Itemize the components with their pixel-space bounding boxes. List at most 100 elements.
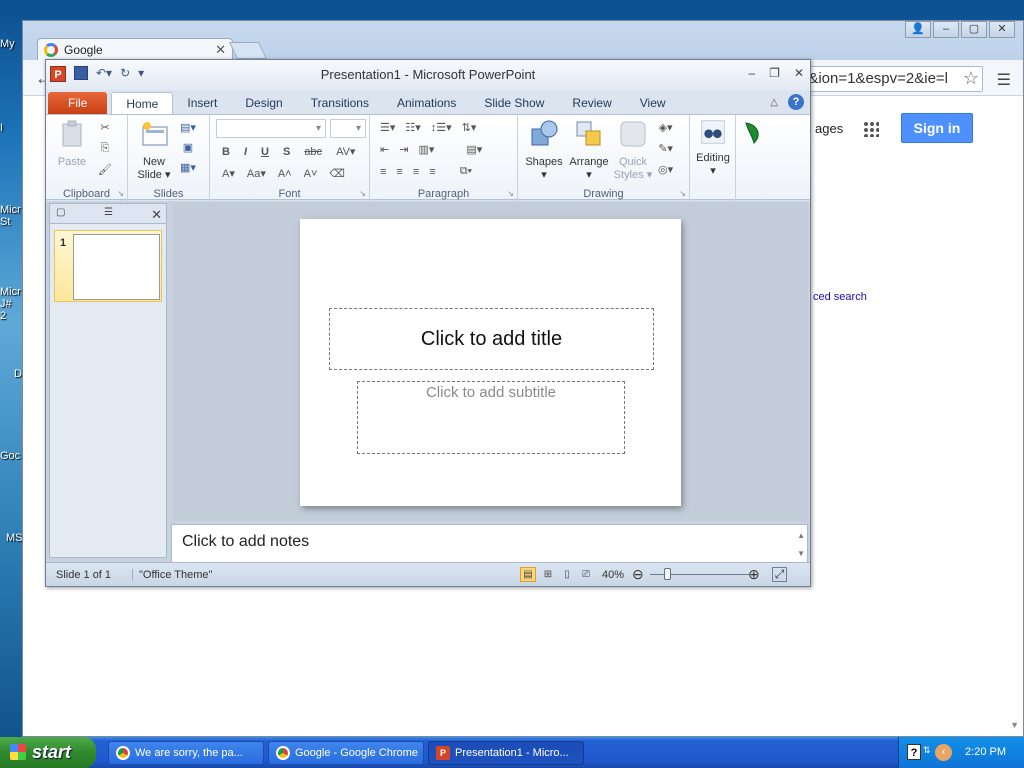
chrome-tab[interactable]: Google ✕	[37, 38, 233, 60]
desktop-icon-label[interactable]: I	[0, 122, 3, 134]
desktop-icon-label[interactable]: MS	[6, 532, 23, 544]
new-tab-button[interactable]	[229, 42, 267, 59]
title-placeholder[interactable]: Click to add title	[329, 308, 654, 370]
center-icon[interactable]: ≡	[396, 166, 402, 178]
reading-view-icon[interactable]: ▯	[559, 567, 575, 582]
align-left-icon[interactable]: ≡	[380, 166, 386, 178]
clear-formatting-icon[interactable]: ⌫	[329, 167, 345, 180]
network-tray-icon[interactable]: ⇅	[923, 745, 931, 756]
align-text-icon[interactable]: ▤▾	[466, 143, 482, 156]
bold-icon[interactable]: B	[222, 146, 230, 158]
taskbar-item[interactable]: Google - Google Chrome	[268, 741, 424, 765]
decrease-indent-icon[interactable]: ⇤	[380, 143, 389, 156]
start-button[interactable]: start	[0, 737, 96, 768]
change-case-icon[interactable]: Aa▾	[247, 167, 266, 180]
tab-slide-show[interactable]: Slide Show	[470, 92, 558, 114]
desktop-icon-label[interactable]: Micr J# 2	[0, 286, 21, 322]
desktop-icon-label[interactable]: My	[0, 38, 15, 50]
columns-icon[interactable]: ▥▾	[418, 143, 434, 156]
paste-button[interactable]: Paste	[54, 119, 90, 169]
help-icon[interactable]: ?	[788, 94, 804, 110]
desktop-icon-label[interactable]: Goc	[0, 450, 20, 462]
desktop-icon-label[interactable]: D	[14, 368, 22, 380]
slide-show-icon[interactable]: ⎚	[578, 567, 594, 582]
shape-fill-icon[interactable]: ◈▾	[659, 121, 673, 134]
advanced-search-link[interactable]: ced search	[813, 291, 867, 303]
zoom-out-icon[interactable]: ⊖	[632, 566, 644, 583]
shadow-icon[interactable]: S	[283, 146, 290, 158]
bookmark-star-icon[interactable]: ☆	[963, 68, 979, 89]
minimize-ribbon-icon[interactable]: △	[770, 97, 778, 108]
minimize-button[interactable]: –	[748, 66, 755, 80]
images-link[interactable]: ages	[815, 121, 843, 136]
tab-transitions[interactable]: Transitions	[297, 92, 383, 114]
tab-insert[interactable]: Insert	[173, 92, 231, 114]
notes-pane[interactable]: Click to add notes ▲ ▼	[171, 524, 808, 564]
shapes-button[interactable]: Shapes ▾	[522, 119, 566, 182]
desktop-icon-label[interactable]: Micr St	[0, 204, 21, 228]
help-tray-icon[interactable]: ?	[907, 744, 921, 760]
grow-font-icon[interactable]: A˄	[278, 168, 292, 180]
justify-icon[interactable]: ≡	[429, 166, 435, 178]
tab-animations[interactable]: Animations	[383, 92, 470, 114]
line-spacing-icon[interactable]: ↕☰▾	[431, 121, 452, 134]
text-direction-icon[interactable]: ⇅▾	[462, 121, 477, 134]
smartart-icon[interactable]: ⧉▾	[460, 165, 472, 178]
normal-view-icon[interactable]: ▤	[520, 567, 536, 582]
outline-tab-icon[interactable]: ☰	[104, 207, 113, 218]
align-right-icon[interactable]: ≡	[413, 166, 419, 178]
new-slide-button[interactable]: New Slide ▾	[134, 119, 174, 182]
strikethrough-icon[interactable]: abc	[304, 146, 322, 158]
font-size-box[interactable]: ▾	[330, 119, 366, 138]
shape-effects-icon[interactable]: ◎▾	[658, 163, 673, 176]
reset-slide-icon[interactable]: ▣	[183, 141, 193, 154]
zoom-slider-thumb[interactable]	[664, 568, 671, 580]
close-pane-icon[interactable]: ✕	[151, 207, 162, 223]
chrome-menu-icon[interactable]: ☰	[997, 70, 1011, 90]
tab-review[interactable]: Review	[558, 92, 625, 114]
tab-file[interactable]: File	[48, 92, 108, 114]
user-icon[interactable]: 👤	[905, 21, 931, 38]
section-icon[interactable]: ▦▾	[180, 161, 196, 174]
close-button[interactable]: ✕	[794, 66, 804, 80]
format-painter-icon[interactable]: 🖌	[98, 163, 112, 176]
shape-outline-icon[interactable]: ✎▾	[658, 142, 673, 155]
tab-home[interactable]: Home	[111, 92, 174, 114]
shrink-font-icon[interactable]: A˅	[304, 168, 318, 180]
slides-tab-icon[interactable]: ▢	[56, 207, 65, 218]
restore-button[interactable]: ❐	[769, 66, 780, 80]
close-tab-icon[interactable]: ✕	[215, 42, 226, 58]
slide-canvas[interactable]: Click to add title Click to add subtitle	[300, 219, 681, 506]
copy-icon[interactable]: ⎘	[101, 142, 110, 155]
taskbar-item[interactable]: P Presentation1 - Micro...	[428, 741, 584, 765]
notes-scrollbar[interactable]: ▲ ▼	[797, 527, 805, 563]
char-spacing-icon[interactable]: AV▾	[336, 145, 355, 158]
font-name-box[interactable]: ▾	[216, 119, 326, 138]
close-button[interactable]: ✕	[989, 21, 1015, 38]
increase-indent-icon[interactable]: ⇥	[399, 143, 408, 156]
maximize-button[interactable]: ▢	[961, 21, 987, 38]
layout-icon[interactable]: ▤▾	[180, 121, 196, 134]
zoom-in-icon[interactable]: ⊕	[748, 566, 760, 583]
editing-button[interactable]: Editing ▾	[693, 119, 733, 178]
numbering-icon[interactable]: ☷▾	[405, 121, 420, 134]
sign-in-button[interactable]: Sign in	[901, 113, 973, 143]
bullets-icon[interactable]: ☰▾	[380, 121, 395, 134]
slide-thumbnail[interactable]: 1	[54, 230, 162, 302]
clock[interactable]: 2:20 PM	[965, 746, 1006, 758]
taskbar-item[interactable]: We are sorry, the pa...	[108, 741, 264, 765]
scroll-down-arrow-icon[interactable]: ▼	[1010, 720, 1019, 730]
dialog-launcher-icon[interactable]: ↘	[507, 189, 514, 198]
apps-grid-icon[interactable]	[863, 121, 879, 137]
arrange-button[interactable]: Arrange ▾	[566, 119, 612, 182]
fit-to-window-icon[interactable]: ⤢	[772, 567, 787, 582]
theme-name[interactable]: "Office Theme"	[132, 569, 212, 581]
dialog-launcher-icon[interactable]: ↘	[359, 189, 366, 198]
quick-styles-button[interactable]: Quick Styles ▾	[612, 119, 654, 182]
font-color-icon[interactable]: A▾	[222, 167, 235, 180]
cut-icon[interactable]: ✂	[100, 121, 109, 134]
zoom-level[interactable]: 40%	[602, 569, 624, 581]
tab-design[interactable]: Design	[231, 92, 296, 114]
italic-icon[interactable]: I	[244, 146, 247, 158]
underline-icon[interactable]: U	[261, 146, 269, 158]
